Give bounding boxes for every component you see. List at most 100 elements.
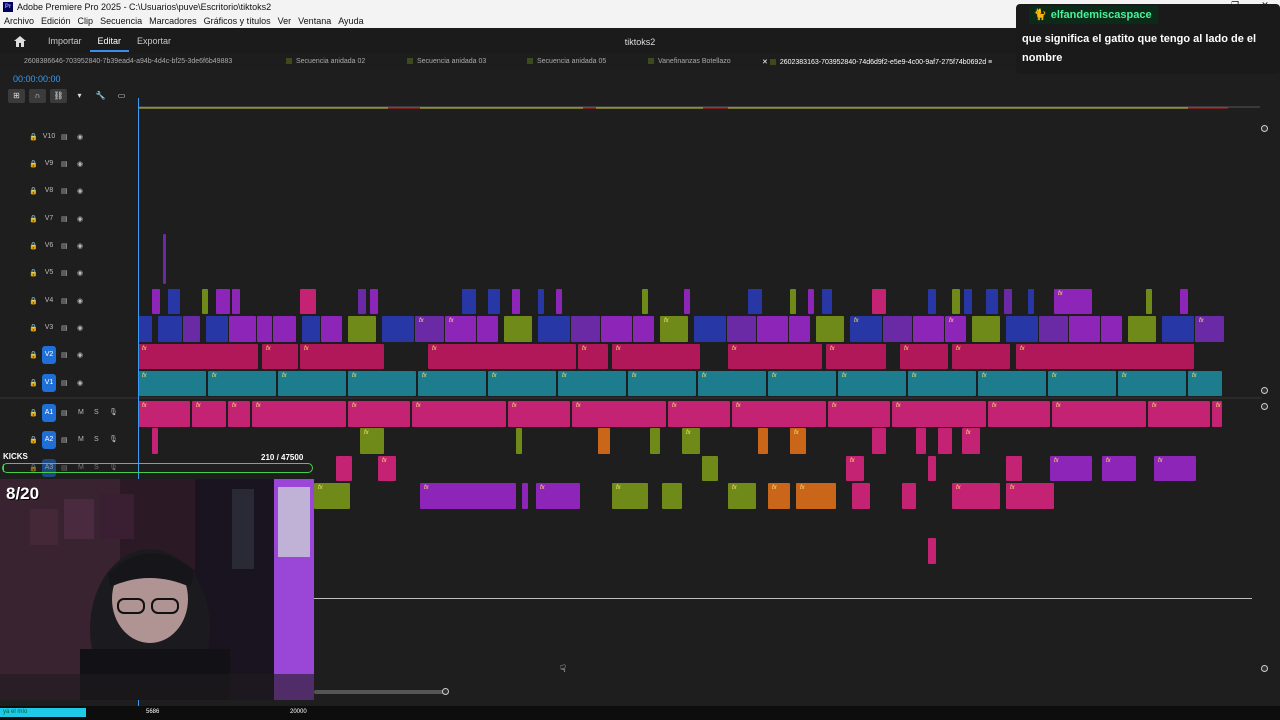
- timeline-clip[interactable]: fx: [962, 428, 980, 454]
- track-name[interactable]: V6: [42, 242, 56, 249]
- timeline-clip[interactable]: fx: [428, 344, 576, 369]
- captions-icon[interactable]: ▭: [113, 89, 130, 103]
- timeline-clip[interactable]: [302, 316, 320, 342]
- timeline-clip[interactable]: [642, 289, 648, 314]
- timeline-clip[interactable]: fx: [420, 483, 516, 509]
- timeline-clip[interactable]: [229, 316, 256, 342]
- timeline-clip[interactable]: fx: [908, 371, 976, 396]
- timeline-clip[interactable]: fx: [892, 401, 986, 427]
- timeline-clip[interactable]: fx: [1102, 456, 1136, 481]
- sync-lock-icon[interactable]: ▤: [61, 269, 68, 277]
- timeline-clip[interactable]: [852, 483, 870, 509]
- add-marker-icon[interactable]: ▾: [71, 89, 88, 103]
- timeline-clip[interactable]: [789, 316, 810, 342]
- timeline-clip[interactable]: [1069, 316, 1100, 342]
- timeline-clip[interactable]: fx: [536, 483, 580, 509]
- timeline-clip[interactable]: [138, 316, 152, 342]
- lock-icon[interactable]: 🔒: [29, 379, 38, 387]
- timeline-clip[interactable]: [300, 289, 316, 314]
- eye-icon[interactable]: ◉: [77, 133, 83, 141]
- timeline-clip[interactable]: fx: [378, 456, 396, 481]
- timeline-clip[interactable]: [757, 316, 788, 342]
- eye-icon[interactable]: ◉: [77, 215, 83, 223]
- timeline-clip[interactable]: fx: [488, 371, 556, 396]
- timeline-clip[interactable]: fx: [828, 401, 890, 427]
- timeline-clip[interactable]: [522, 483, 528, 509]
- menu-archivo[interactable]: Archivo: [4, 16, 34, 26]
- timeline-clip[interactable]: [336, 456, 352, 481]
- timeline-clip[interactable]: fx: [978, 371, 1046, 396]
- timeline-clip[interactable]: [183, 316, 200, 342]
- timeline-clip[interactable]: fx: [900, 344, 948, 369]
- track-name[interactable]: A1: [42, 404, 56, 422]
- timeline-clip[interactable]: [748, 289, 762, 314]
- timeline-clip[interactable]: [913, 316, 944, 342]
- timeline-clip[interactable]: fx: [138, 344, 258, 369]
- timeline-clip[interactable]: fx: [668, 401, 730, 427]
- video-scroll-handle[interactable]: [1261, 387, 1268, 394]
- track-name[interactable]: V7: [42, 215, 56, 222]
- timeline-clip[interactable]: fx: [768, 483, 790, 509]
- solo-button[interactable]: S: [94, 436, 99, 443]
- timeline-clip[interactable]: fx: [732, 401, 826, 427]
- sequence-tab[interactable]: 2608386646-703952840-7b39ead4-a94b-4d4c-…: [24, 58, 232, 65]
- timeline-clip[interactable]: fx: [612, 483, 648, 509]
- timeline-clip[interactable]: fx: [952, 483, 1000, 509]
- linked-selection-icon[interactable]: ⛓: [50, 89, 67, 103]
- timeline-clip[interactable]: [1101, 316, 1122, 342]
- sync-lock-icon[interactable]: ▤: [61, 215, 68, 223]
- timeline-clip[interactable]: fx: [612, 344, 700, 369]
- timeline-clip[interactable]: fx: [1154, 456, 1196, 481]
- tab-editar[interactable]: Editar: [89, 36, 130, 52]
- timeline-clip[interactable]: [488, 289, 500, 314]
- timeline-clip[interactable]: [790, 289, 796, 314]
- lock-icon[interactable]: 🔒: [29, 436, 38, 444]
- timeline-clip[interactable]: fx: [1188, 371, 1222, 396]
- track-name[interactable]: V1: [42, 374, 56, 392]
- timeline-clip[interactable]: fx: [348, 371, 416, 396]
- timeline-clip[interactable]: fx: [1148, 401, 1210, 427]
- sync-lock-icon[interactable]: ▤: [61, 409, 68, 417]
- lock-icon[interactable]: 🔒: [29, 160, 38, 168]
- timeline-clip[interactable]: [916, 428, 926, 454]
- mute-button[interactable]: M: [78, 409, 84, 416]
- timeline-clip[interactable]: [938, 428, 952, 454]
- timeline-clip[interactable]: fx: [728, 344, 822, 369]
- timeline-clip[interactable]: fx: [138, 371, 206, 396]
- timeline-clip[interactable]: [1162, 316, 1194, 342]
- insert-sequence-icon[interactable]: ⊞: [8, 89, 25, 103]
- solo-button[interactable]: S: [94, 409, 99, 416]
- timeline-clip[interactable]: fx: [1048, 371, 1116, 396]
- eye-icon[interactable]: ◉: [77, 324, 83, 332]
- menu-marcadores[interactable]: Marcadores: [149, 16, 197, 26]
- timeline-clip[interactable]: [370, 289, 378, 314]
- lock-icon[interactable]: 🔒: [29, 215, 38, 223]
- timeline-clip[interactable]: fx: [228, 401, 250, 427]
- timeline-clip[interactable]: [702, 456, 718, 481]
- timeline-clip[interactable]: [952, 289, 960, 314]
- timeline-clip[interactable]: [382, 316, 414, 342]
- eye-icon[interactable]: ◉: [77, 187, 83, 195]
- lock-icon[interactable]: 🔒: [29, 187, 38, 195]
- timeline-clip[interactable]: fx: [252, 401, 346, 427]
- sync-lock-icon[interactable]: ▤: [61, 324, 68, 332]
- timeline-clip[interactable]: [808, 289, 814, 314]
- eye-icon[interactable]: ◉: [77, 351, 83, 359]
- menu-graficos[interactable]: Gráficos y títulos: [204, 16, 271, 26]
- zoom-handle[interactable]: [442, 688, 449, 695]
- timeline-clip[interactable]: [964, 289, 972, 314]
- track-name[interactable]: A2: [42, 431, 56, 449]
- timeline-clip[interactable]: fx: [138, 401, 190, 427]
- timeline-clip[interactable]: fx: [412, 401, 506, 427]
- menu-ventana[interactable]: Ventana: [298, 16, 331, 26]
- timeline-clip[interactable]: fx: [314, 483, 350, 509]
- timeline-clip[interactable]: fx: [300, 344, 384, 369]
- timeline-clip[interactable]: fx: [418, 371, 486, 396]
- timeline-clip[interactable]: [986, 289, 998, 314]
- timeline-clip[interactable]: fx: [682, 428, 700, 454]
- timeline-clip[interactable]: fx: [838, 371, 906, 396]
- timeline-clip[interactable]: [152, 428, 158, 454]
- timeline-clip[interactable]: [601, 316, 632, 342]
- sync-lock-icon[interactable]: ▤: [61, 160, 68, 168]
- sequence-tab[interactable]: Secuencia anidada 03: [407, 58, 486, 65]
